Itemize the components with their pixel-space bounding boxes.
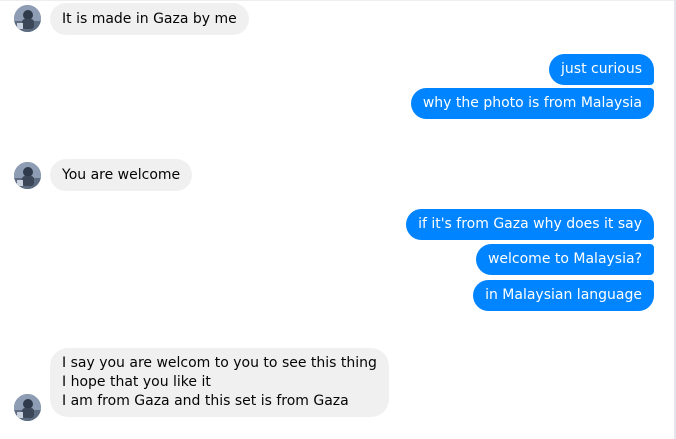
contact-avatar-icon[interactable] — [14, 162, 41, 189]
incoming-message[interactable]: It is made in Gaza by me — [50, 3, 249, 35]
divider — [0, 0, 676, 1]
contact-avatar-icon[interactable] — [14, 394, 41, 421]
outgoing-message[interactable]: in Malaysian language — [473, 280, 654, 311]
incoming-message[interactable]: You are welcome — [50, 159, 193, 191]
outgoing-message[interactable]: if it's from Gaza why does it say — [406, 209, 654, 240]
message-line: I say you are welcom to you to see this … — [62, 355, 377, 371]
outgoing-message[interactable]: welcome to Malaysia? — [475, 244, 654, 275]
outgoing-message[interactable]: why the photo is from Malaysia — [410, 88, 654, 119]
contact-avatar-icon[interactable] — [14, 5, 41, 32]
message-line: I am from Gaza and this set is from Gaza — [62, 393, 349, 409]
incoming-message[interactable]: I say you are welcom to you to see this … — [50, 348, 389, 417]
outgoing-message[interactable]: just curious — [549, 54, 654, 85]
message-line: I hope that you like it — [62, 374, 211, 390]
chat-thread: It is made in Gaza by me just curious wh… — [0, 0, 676, 439]
